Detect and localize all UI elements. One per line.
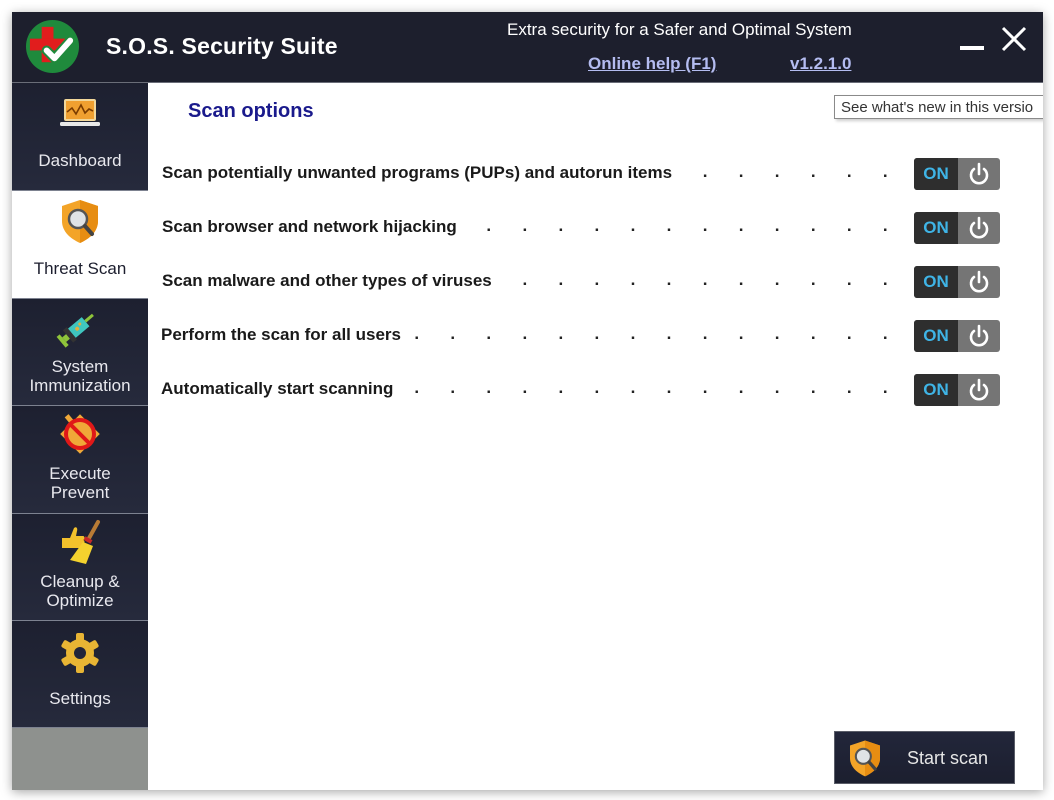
option-row-auto-start: Automatically start scanning . . . . . .… (161, 374, 1000, 406)
option-label: Scan malware and other types of viruses (162, 271, 502, 291)
toggle-state: ON (914, 266, 958, 298)
gear-icon (61, 633, 99, 673)
power-icon (969, 378, 989, 401)
sidebar-item-label: Cleanup & Optimize (12, 572, 148, 610)
option-row-all-users: Perform the scan for all users . . . . .… (161, 320, 1000, 352)
option-label: Scan potentially unwanted programs (PUPs… (162, 163, 683, 183)
label-line: Immunization (29, 376, 131, 395)
option-label: Perform the scan for all users (161, 325, 411, 345)
toggle-browser-hijacking[interactable]: ON (914, 212, 1000, 244)
sidebar-item-label: Threat Scan (33, 259, 127, 278)
main-content: Scan options See what's new in this vers… (148, 83, 1043, 790)
start-scan-label: Start scan (907, 748, 989, 768)
minimize-icon (960, 46, 984, 50)
label-line: System (51, 357, 109, 376)
sidebar-item-system-immunization[interactable]: System Immunization (12, 299, 148, 406)
power-icon (969, 324, 989, 347)
sidebar-item-label: Settings (49, 689, 111, 708)
close-button[interactable] (999, 24, 1029, 54)
toggle-state: ON (914, 158, 958, 190)
toggle-malware[interactable]: ON (914, 266, 1000, 298)
laptop-chart-icon (60, 99, 100, 126)
app-title: S.O.S. Security Suite (106, 33, 338, 59)
app-logo-icon (25, 19, 80, 74)
start-scan-button[interactable]: Start scan (834, 731, 1015, 784)
app-tagline: Extra security for a Safer and Optimal S… (507, 20, 852, 39)
sidebar-item-execute-prevent[interactable]: Execute Prevent (12, 406, 148, 514)
label-line: Prevent (50, 483, 110, 502)
version-link[interactable]: v1.2.1.0 (790, 54, 851, 74)
label-line: Cleanup & (40, 572, 120, 591)
option-row-pups: Scan potentially unwanted programs (PUPs… (162, 158, 1000, 190)
power-icon (969, 162, 989, 185)
toggle-all-users[interactable]: ON (914, 320, 1000, 352)
toggle-pups[interactable]: ON (914, 158, 1000, 190)
thumb-broom-icon (62, 520, 100, 564)
sidebar-item-cleanup-optimize[interactable]: Cleanup & Optimize (12, 514, 148, 621)
section-title: Scan options (188, 100, 314, 122)
minimize-button[interactable] (956, 28, 988, 58)
online-help-link[interactable]: Online help (F1) (588, 54, 716, 74)
app-window: S.O.S. Security Suite Extra security for… (12, 12, 1043, 790)
option-label: Scan browser and network hijacking (162, 217, 467, 237)
toggle-state: ON (914, 212, 958, 244)
power-icon (969, 216, 989, 239)
toggle-state: ON (914, 320, 958, 352)
shield-magnifier-icon (850, 740, 880, 777)
title-bar: S.O.S. Security Suite Extra security for… (12, 12, 1043, 83)
sidebar-item-dashboard[interactable]: Dashboard (12, 83, 148, 191)
shield-magnifier-icon (62, 200, 98, 243)
toggle-auto-start[interactable]: ON (914, 374, 1000, 406)
label-line: Optimize (46, 591, 114, 610)
sidebar-item-label: Dashboard (38, 151, 122, 170)
option-row-browser-hijacking: Scan browser and network hijacking . . .… (162, 212, 1000, 244)
sidebar-item-settings[interactable]: Settings (12, 621, 148, 728)
option-label: Automatically start scanning (161, 379, 404, 399)
sidebar-item-label: System Immunization (12, 357, 148, 395)
option-row-malware: Scan malware and other types of viruses … (162, 266, 1000, 298)
power-icon (969, 270, 989, 293)
block-execute-icon (60, 414, 100, 454)
syringe-icon (56, 313, 94, 348)
label-line: Execute (49, 464, 111, 483)
toggle-state: ON (914, 374, 958, 406)
sidebar-item-label: Execute Prevent (12, 464, 148, 502)
sidebar: Dashboard Threat Scan System Immunizatio… (12, 83, 148, 790)
sidebar-item-threat-scan[interactable]: Threat Scan (12, 191, 148, 299)
version-tooltip: See what's new in this versio (834, 95, 1043, 119)
